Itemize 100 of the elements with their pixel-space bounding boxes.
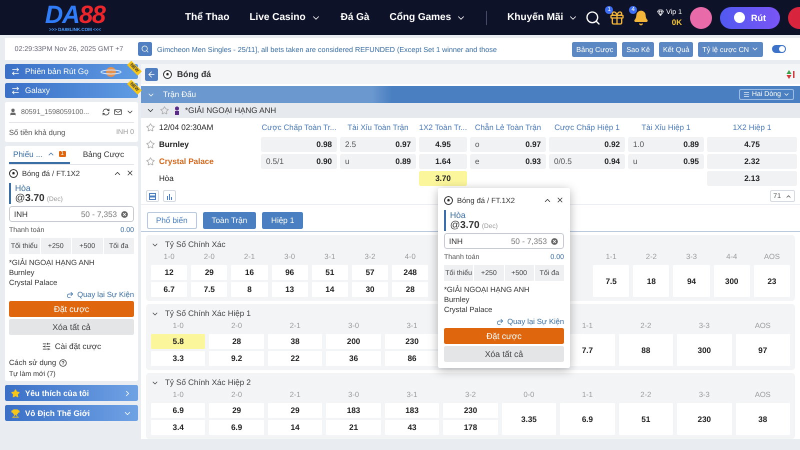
odds-cell[interactable]: 18 [633, 265, 670, 297]
odds-cell[interactable]: 13 [272, 282, 308, 297]
star-icon[interactable] [160, 106, 169, 115]
stake-input[interactable]: 50 - 7,353 [466, 236, 547, 246]
odds-cell[interactable]: 29 [268, 403, 322, 418]
stake-field[interactable]: INH 50 - 7,353 [444, 233, 564, 249]
odds-cell[interactable]: u 0.95 [628, 154, 704, 169]
market-tab[interactable]: Toàn Trận [202, 212, 256, 228]
nav-link[interactable]: Cổng Games [390, 12, 466, 23]
odds-cell[interactable]: 51 [312, 265, 348, 280]
odds-cell[interactable]: 30 [352, 282, 388, 297]
odds-cell[interactable]: 29 [209, 403, 264, 418]
banner-label[interactable]: Phiên bản Rút Gọ [25, 67, 89, 76]
odds-cell[interactable]: 1.0 0.89 [628, 137, 704, 152]
odds-cell[interactable]: 14 [312, 282, 348, 297]
search-button[interactable] [138, 42, 152, 56]
nav-link[interactable]: Khuyến Mãi [507, 12, 578, 23]
odds-cell[interactable]: 2.32 [707, 154, 797, 169]
odds-cell[interactable]: 3.3 [151, 351, 206, 366]
odds-cell[interactable]: u 0.89 [340, 154, 416, 169]
odds-cell[interactable]: 14 [268, 420, 322, 435]
help-icon[interactable] [59, 358, 68, 366]
odds-cell[interactable]: 96 [272, 265, 308, 280]
bell-icon[interactable] [633, 10, 650, 26]
clear-icon[interactable] [120, 210, 129, 218]
odds-cell[interactable]: 230 [384, 334, 440, 349]
odds-cell[interactable]: 7.5 [593, 265, 630, 297]
odds-cell[interactable]: 230 [677, 403, 732, 435]
odds-cell[interactable]: 6.9 [209, 420, 264, 435]
odds-cell[interactable]: 248 [392, 265, 428, 280]
odds-cell[interactable]: 23 [754, 265, 790, 297]
avatar[interactable] [690, 6, 712, 28]
league-header[interactable]: *GIẢI NGOẠI HẠNG ANH [141, 103, 800, 118]
odds-cell[interactable]: 300 [714, 265, 750, 297]
bet-slip-tab[interactable]: Bảng Cược [73, 146, 134, 164]
odds-cell[interactable]: 38 [268, 334, 322, 349]
nav-link[interactable]: Thể Thao [185, 12, 230, 23]
clear-icon[interactable] [550, 236, 559, 246]
odds-cell[interactable]: 12 [151, 265, 188, 280]
nav-link[interactable]: Live Casino [249, 12, 321, 23]
odds-cell[interactable]: 94 [673, 265, 710, 297]
bar-chart-icon[interactable] [166, 192, 173, 200]
odds-cell[interactable]: 1.64 [419, 154, 467, 169]
odds-cell[interactable]: 29 [191, 265, 228, 280]
odds-cell[interactable]: 86 [384, 351, 440, 366]
odds-cell[interactable]: 5.8 [151, 334, 206, 349]
toggle-switch[interactable] [772, 45, 786, 53]
stats-button[interactable] [163, 190, 176, 202]
odds-cell[interactable]: e 0.93 [470, 154, 546, 169]
odds-cell[interactable]: 28 [209, 334, 264, 349]
odds-cell[interactable]: 3.70 [419, 171, 467, 186]
odds-cell[interactable]: 8 [231, 282, 268, 297]
odds-cell[interactable]: 0.98 [261, 137, 337, 152]
banner-label[interactable]: Galaxy [25, 86, 50, 95]
gift-icon[interactable] [609, 10, 626, 26]
odds-cell[interactable]: 230 [443, 403, 498, 418]
mail-icon[interactable] [114, 108, 122, 116]
odds-cell[interactable]: 6.9 [560, 403, 615, 435]
odds-cell[interactable]: 9.2 [209, 351, 264, 366]
odds-cell[interactable]: 6.9 [151, 403, 206, 418]
layout-button[interactable] [146, 190, 159, 202]
bet-settings-button[interactable]: Cài đặt cược [54, 342, 102, 350]
odds-cell[interactable]: 43 [384, 420, 440, 435]
odds-cell[interactable]: 38 [736, 403, 790, 435]
odds-cell[interactable]: 51 [618, 403, 674, 435]
refresh-icon[interactable] [102, 108, 110, 116]
odds-cell[interactable]: 2.13 [707, 171, 797, 186]
odds-cell[interactable]: 300 [677, 334, 732, 366]
odds-cell[interactable]: 7.5 [191, 282, 228, 297]
search-icon[interactable] [585, 10, 602, 26]
odds-cell[interactable]: 4.95 [419, 137, 467, 152]
odds-cell[interactable]: 0/0.5 0.94 [549, 154, 625, 169]
odds-cell[interactable]: 3.35 [502, 403, 556, 435]
stake-field[interactable]: INH 50 - 7,353 [9, 206, 134, 222]
clear-all-button[interactable]: Xóa tất cả [9, 319, 134, 335]
odds-cell[interactable]: 16 [231, 265, 268, 280]
stake-input[interactable]: 50 - 7,353 [30, 210, 117, 218]
odds-cell[interactable]: o 0.97 [470, 137, 546, 152]
odds-cell[interactable]: 28 [392, 282, 428, 297]
odds-cell[interactable]: 178 [443, 420, 498, 435]
nav-link[interactable]: Đá Gà [340, 12, 370, 23]
odds-cell[interactable]: 36 [326, 351, 381, 366]
chevron-icon[interactable] [785, 192, 792, 200]
odds-cell[interactable]: 183 [326, 403, 381, 418]
odds-cell[interactable]: 97 [736, 334, 790, 366]
odds-cell[interactable]: 183 [384, 403, 440, 418]
odds-cell[interactable]: 57 [352, 265, 388, 280]
sidebar-menu-item[interactable]: Vô Địch Thế Giới [5, 405, 138, 421]
odds-cell[interactable]: 22 [268, 351, 322, 366]
clear-all-button[interactable]: Xóa tất cả [444, 346, 564, 362]
market-tab[interactable]: Hiệp 1 [262, 212, 304, 228]
market-tab[interactable]: Phổ biến [147, 212, 197, 228]
close-icon[interactable] [126, 169, 134, 177]
chevron-icon[interactable] [126, 108, 134, 116]
odds-cell[interactable]: 3.4 [151, 420, 206, 435]
odds-cell[interactable]: 0.5/1 0.90 [261, 154, 337, 169]
odds-cell[interactable]: 21 [326, 420, 381, 435]
close-icon[interactable] [556, 196, 564, 204]
odds-cell[interactable]: 200 [326, 334, 381, 349]
odds-cell[interactable]: 4.75 [707, 137, 797, 152]
